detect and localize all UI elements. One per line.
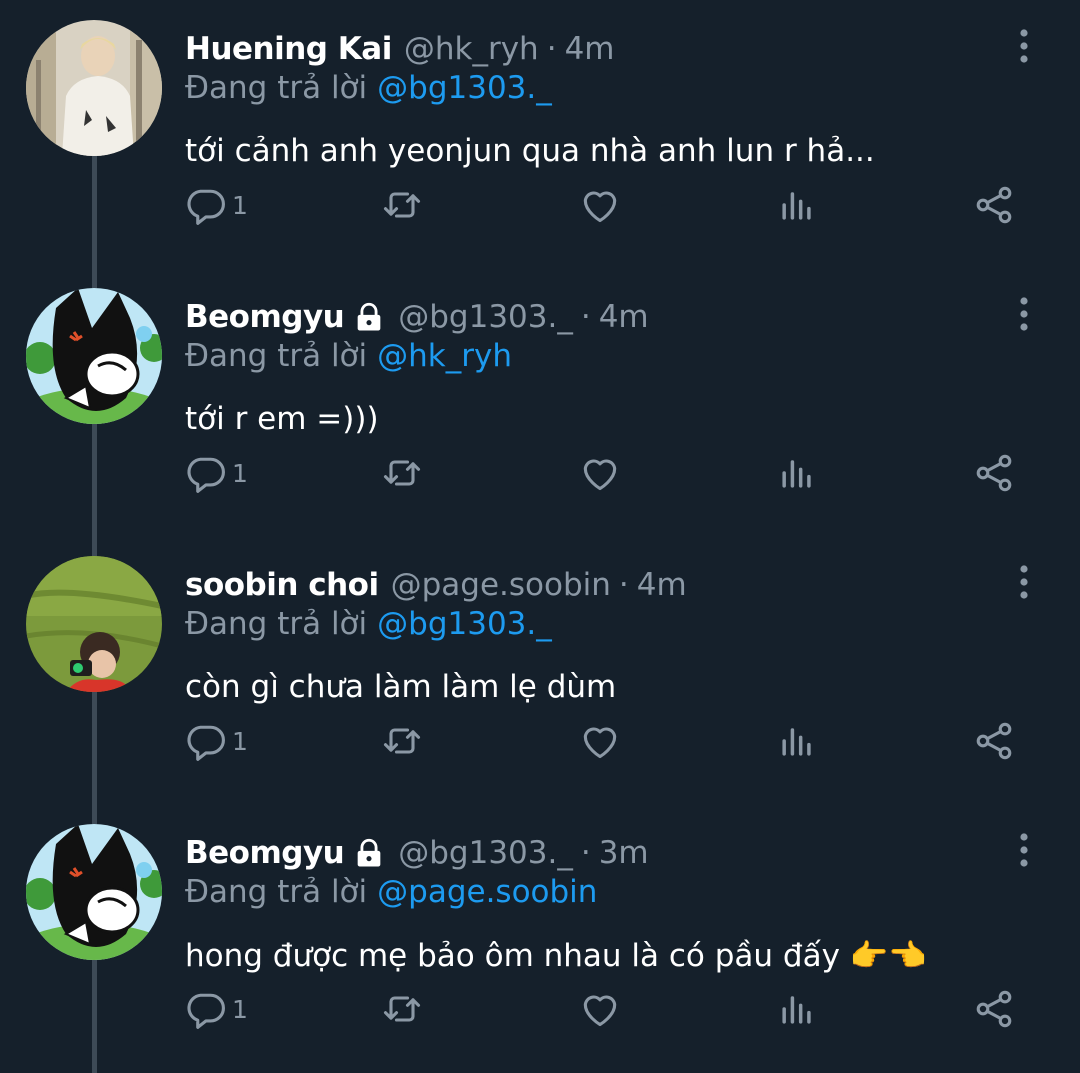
reply-count: 1: [232, 458, 248, 488]
tweet-1[interactable]: Huening Kai @hk_ryh · 4m Đang trả lời @bg…: [0, 0, 1080, 268]
tweet-header: Beomgyu @bg1303._ · 3m: [185, 830, 649, 876]
share-button[interactable]: [972, 448, 1016, 498]
views-icon: [782, 460, 811, 488]
tweet-actions: 1: [0, 448, 1080, 498]
reply-icon: [187, 189, 225, 225]
reply-button[interactable]: 1: [184, 716, 248, 766]
tweet-text: tới r em =))): [185, 401, 379, 437]
share-button[interactable]: [972, 716, 1016, 766]
reply-count: 1: [232, 994, 248, 1024]
heart-icon: [583, 995, 617, 1027]
retweet-button[interactable]: [380, 716, 424, 766]
replying-to-handle[interactable]: @page.soobin: [377, 874, 597, 910]
share-icon: [976, 990, 1012, 1028]
like-button[interactable]: [578, 716, 622, 766]
tweet-header: Huening Kai @hk_ryh · 4m: [185, 26, 614, 72]
replying-to: Đang trả lời @bg1303._: [185, 70, 552, 106]
replying-to-label: Đang trả lời: [185, 874, 368, 910]
like-button[interactable]: [578, 984, 622, 1034]
replying-to-handle[interactable]: @hk_ryh: [377, 338, 512, 374]
like-button[interactable]: [578, 448, 622, 498]
share-icon: [976, 186, 1012, 224]
tweet-4[interactable]: Beomgyu @bg1303._ · 3m Đang trả lời @page…: [0, 804, 1080, 1072]
separator-dot: ·: [546, 31, 557, 67]
timestamp[interactable]: 3m: [599, 835, 649, 871]
more-vertical-icon[interactable]: [1012, 832, 1036, 868]
heart-icon: [583, 727, 617, 759]
user-handle[interactable]: @bg1303._: [398, 835, 573, 871]
reply-button[interactable]: 1: [184, 984, 248, 1034]
views-button[interactable]: [775, 180, 819, 230]
replying-to: Đang trả lời @bg1303._: [185, 606, 552, 642]
views-button[interactable]: [775, 448, 819, 498]
tweet-text: tới cảnh anh yeonjun qua nhà anh lun r h…: [185, 133, 875, 169]
reply-icon: [187, 725, 225, 761]
timestamp[interactable]: 4m: [565, 31, 615, 67]
avatar-beomgyu[interactable]: [26, 288, 162, 424]
separator-dot: ·: [580, 299, 591, 335]
share-icon: [976, 722, 1012, 760]
share-button[interactable]: [972, 984, 1016, 1034]
retweet-icon: [383, 996, 421, 1022]
avatar-huening-kai[interactable]: [26, 20, 162, 156]
retweet-icon: [383, 192, 421, 218]
share-icon: [976, 454, 1012, 492]
reply-count: 1: [232, 726, 248, 756]
views-button[interactable]: [775, 984, 819, 1034]
tweet-text: hong được mẹ bảo ôm nhau là có pầu đấy 👉…: [185, 938, 927, 974]
display-name[interactable]: soobin choi: [185, 567, 379, 603]
tweet-actions: 1: [0, 716, 1080, 766]
more-vertical-icon[interactable]: [1012, 28, 1036, 64]
more-vertical-icon[interactable]: [1012, 296, 1036, 332]
like-button[interactable]: [578, 180, 622, 230]
replying-to: Đang trả lời @hk_ryh: [185, 338, 512, 374]
user-handle[interactable]: @bg1303._: [398, 299, 573, 335]
separator-dot: ·: [580, 835, 591, 871]
share-button[interactable]: [972, 180, 1016, 230]
retweet-button[interactable]: [380, 448, 424, 498]
user-handle[interactable]: @page.soobin: [391, 567, 611, 603]
reply-button[interactable]: 1: [184, 448, 248, 498]
views-button[interactable]: [775, 716, 819, 766]
tweet-2[interactable]: Beomgyu @bg1303._ · 4m Đang trả lời @hk_r…: [0, 268, 1080, 536]
avatar-soobin-choi[interactable]: [26, 556, 162, 692]
avatar-beomgyu[interactable]: [26, 824, 162, 960]
replying-to-label: Đang trả lời: [185, 70, 368, 106]
reply-icon: [187, 457, 225, 493]
retweet-icon: [383, 728, 421, 754]
lock-icon: [357, 838, 381, 867]
tweet-header: Beomgyu @bg1303._ · 4m: [185, 294, 649, 340]
tweet-3[interactable]: soobin choi @page.soobin · 4m Đang trả l…: [0, 536, 1080, 804]
tweet-actions: 1: [0, 180, 1080, 230]
user-handle[interactable]: @hk_ryh: [404, 31, 539, 67]
tweet-header: soobin choi @page.soobin · 4m: [185, 562, 687, 608]
retweet-button[interactable]: [380, 984, 424, 1034]
views-icon: [782, 996, 811, 1024]
reply-icon: [187, 993, 225, 1029]
display-name[interactable]: Huening Kai: [185, 31, 392, 67]
views-icon: [782, 728, 811, 756]
heart-icon: [583, 459, 617, 491]
retweet-button[interactable]: [380, 180, 424, 230]
replying-to-label: Đang trả lời: [185, 606, 368, 642]
timestamp[interactable]: 4m: [599, 299, 649, 335]
reply-count: 1: [232, 190, 248, 220]
lock-icon: [357, 302, 381, 331]
more-vertical-icon[interactable]: [1012, 564, 1036, 600]
replying-to-label: Đang trả lời: [185, 338, 368, 374]
heart-icon: [583, 191, 617, 223]
timestamp[interactable]: 4m: [637, 567, 687, 603]
replying-to-handle[interactable]: @bg1303._: [377, 606, 552, 642]
separator-dot: ·: [618, 567, 629, 603]
views-icon: [782, 192, 811, 220]
display-name[interactable]: Beomgyu: [185, 299, 345, 335]
replying-to-handle[interactable]: @bg1303._: [377, 70, 552, 106]
tweet-text: còn gì chưa làm làm lẹ dùm: [185, 669, 617, 705]
display-name[interactable]: Beomgyu: [185, 835, 345, 871]
reply-button[interactable]: 1: [184, 180, 248, 230]
tweet-actions: 1: [0, 984, 1080, 1034]
retweet-icon: [383, 460, 421, 486]
replying-to: Đang trả lời @page.soobin: [185, 874, 597, 910]
